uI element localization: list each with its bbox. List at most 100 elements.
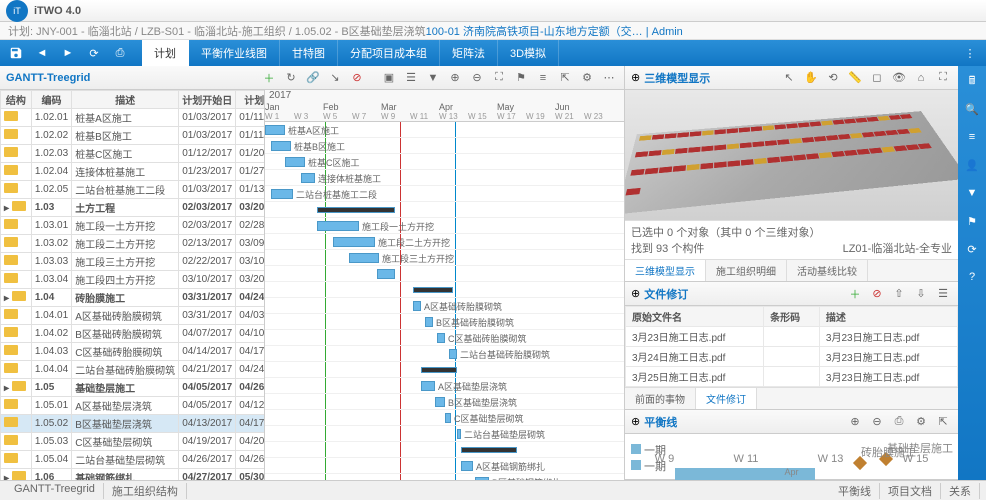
flag-button[interactable]: ⚑	[961, 210, 983, 232]
gantt-bar[interactable]	[349, 253, 379, 263]
bl-settings[interactable]: ⚙	[912, 413, 930, 431]
file-add-button[interactable]: ＋	[846, 285, 864, 303]
main-tab-1[interactable]: 平衡作业线图	[189, 40, 280, 66]
table-row[interactable]: 1.04.02B区基础砖胎膜砌筑04/07/201704/10/2017	[1, 325, 266, 343]
zoom-out-button[interactable]: ⊖	[468, 69, 486, 87]
save-button[interactable]	[4, 42, 28, 64]
gantt-bar[interactable]	[317, 207, 395, 213]
gantt-bar[interactable]	[265, 125, 285, 135]
table-row[interactable]: ▸ 1.06基础钢筋绑扎04/27/201705/30/2017	[1, 469, 266, 481]
back-button[interactable]: ◄	[30, 42, 54, 64]
baseline-button[interactable]: ≡	[534, 69, 552, 87]
footer-tab[interactable]: 平衡线	[830, 483, 880, 499]
table-row[interactable]: 1.02.03桩基C区施工01/12/201701/20/2017	[1, 145, 266, 163]
file-upload-button[interactable]: ⇧	[890, 285, 908, 303]
main-tab-4[interactable]: 矩阵法	[440, 40, 498, 66]
critical-button[interactable]: ⚑	[512, 69, 530, 87]
table-row[interactable]: 1.03.04施工段四土方开挖03/10/201703/20/2017	[1, 271, 266, 289]
bl-print[interactable]: ⎙	[890, 413, 908, 431]
main-tab-5[interactable]: 3D模拟	[498, 40, 559, 66]
file-row[interactable]: 3月24日施工日志.pdf3月23日施工日志.pdf	[626, 347, 958, 367]
gantt-bar[interactable]	[445, 413, 451, 423]
refresh-panel-button[interactable]: ⟳	[961, 238, 983, 260]
expand-icon[interactable]: ⊕	[631, 287, 640, 300]
footer-tab[interactable]: 项目文档	[880, 483, 941, 499]
footer-tab[interactable]: GANTT-Treegrid	[6, 483, 104, 499]
people-button[interactable]: 👤	[961, 154, 983, 176]
fit-button[interactable]: ⛶	[490, 69, 508, 87]
ruler-tool[interactable]: 📏	[846, 69, 864, 87]
main-tab-3[interactable]: 分配项目成本组	[338, 40, 440, 66]
table-row[interactable]: 1.02.01桩基A区施工01/03/201701/11/2017	[1, 109, 266, 127]
footer-tab[interactable]: 关系	[941, 483, 980, 499]
link-button[interactable]: 🔗	[304, 69, 322, 87]
table-row[interactable]: 1.02.02桩基B区施工01/03/201701/11/2017	[1, 127, 266, 145]
baseline-chart[interactable]: 一期 一期 砖胎膜施工 基础垫层施工 W 9W 11W 13W 15 Apr	[625, 434, 958, 479]
child-button[interactable]: ↘	[326, 69, 344, 87]
export-button[interactable]: ⇱	[556, 69, 574, 87]
column-header[interactable]: 描述	[72, 91, 179, 109]
box-tool[interactable]: ◻	[868, 69, 886, 87]
zoom-in-button[interactable]: ⊕	[446, 69, 464, 87]
expand-icon[interactable]: ⊕	[631, 71, 640, 84]
column-header[interactable]: 编码	[31, 91, 71, 109]
column-header[interactable]: 计划开始日	[179, 91, 236, 109]
gantt-bar[interactable]	[421, 367, 457, 373]
file-download-button[interactable]: ⇩	[912, 285, 930, 303]
file-tab[interactable]: 文件修订	[696, 388, 757, 409]
gantt-bar[interactable]	[271, 189, 293, 199]
gantt-grid[interactable]: 结构编码描述计划开始日计划完成1.02.01桩基A区施工01/03/201701…	[0, 90, 265, 480]
table-row[interactable]: 1.05.03C区基础垫层砌筑04/19/201704/20/2017	[1, 433, 266, 451]
gantt-bar[interactable]	[449, 349, 457, 359]
gantt-bar[interactable]	[435, 397, 445, 407]
file-row[interactable]: 3月23日施工日志.pdf3月23日施工日志.pdf	[626, 327, 958, 347]
table-row[interactable]: ▸ 1.03土方工程02/03/201703/20/2017	[1, 199, 266, 217]
gantt-bar[interactable]	[437, 333, 445, 343]
calc-button[interactable]: 🖩	[961, 70, 983, 92]
more-button[interactable]: ⋯	[600, 69, 618, 87]
gantt-bar[interactable]	[421, 381, 435, 391]
table-row[interactable]: 1.03.03施工段三土方开挖02/22/201703/10/2017	[1, 253, 266, 271]
column-header[interactable]: 结构	[1, 91, 32, 109]
gantt-bar[interactable]	[333, 237, 375, 247]
gantt-bar[interactable]	[461, 447, 517, 453]
collapse-button[interactable]: ▣	[380, 69, 398, 87]
file-tab[interactable]: 前面的事物	[625, 388, 696, 409]
expand-icon[interactable]: ⊕	[631, 415, 640, 428]
pan-tool[interactable]: ✋	[802, 69, 820, 87]
bl-zoom-out[interactable]: ⊖	[868, 413, 886, 431]
table-row[interactable]: 1.03.01施工段一土方开挖02/03/201702/28/2017	[1, 217, 266, 235]
forward-button[interactable]: ►	[56, 42, 80, 64]
settings-button[interactable]: ⚙	[578, 69, 596, 87]
file-delete-button[interactable]: ⊘	[868, 285, 886, 303]
main-tab-0[interactable]: 计划	[142, 40, 189, 66]
view-tool[interactable]: 👁	[890, 69, 908, 87]
bl-zoom-in[interactable]: ⊕	[846, 413, 864, 431]
viewer-tab[interactable]: 活动基线比较	[787, 260, 868, 281]
refresh-icon[interactable]: ↻	[282, 69, 300, 87]
menu-button[interactable]: ⋮	[958, 42, 982, 64]
select-tool[interactable]: ↖	[780, 69, 798, 87]
fullscreen-button[interactable]: ⛶	[934, 69, 952, 87]
3d-viewer[interactable]	[625, 90, 958, 220]
file-cols-button[interactable]: ☰	[934, 285, 952, 303]
filter-button[interactable]: ▼	[424, 69, 442, 87]
gantt-bar[interactable]	[475, 477, 489, 480]
gantt-bar[interactable]	[413, 301, 421, 311]
gantt-bar[interactable]	[301, 173, 315, 183]
delete-button[interactable]: ⊘	[348, 69, 366, 87]
search-button[interactable]: 🔍	[961, 98, 983, 120]
table-row[interactable]: 1.03.02施工段二土方开挖02/13/201703/09/2017	[1, 235, 266, 253]
reset-view[interactable]: ⌂	[912, 69, 930, 87]
gantt-bar[interactable]	[377, 269, 395, 279]
table-row[interactable]: 1.05.04二站台基础垫层砌筑04/26/201704/26/2017	[1, 451, 266, 469]
print-button[interactable]: ⎙	[108, 42, 132, 64]
column-header[interactable]: 计划完成	[236, 91, 265, 109]
help-button[interactable]: ?	[961, 266, 983, 288]
columns-button[interactable]: ☰	[402, 69, 420, 87]
table-row[interactable]: ▸ 1.05基础垫层施工04/05/201704/26/2017	[1, 379, 266, 397]
gantt-bar[interactable]	[425, 317, 433, 327]
viewer-tab[interactable]: 三维模型显示	[625, 260, 706, 281]
table-row[interactable]: 1.04.04二站台基础砖胎膜砌筑04/21/201704/24/2017	[1, 361, 266, 379]
table-row[interactable]: 1.04.03C区基础砖胎膜砌筑04/14/201704/17/2017	[1, 343, 266, 361]
